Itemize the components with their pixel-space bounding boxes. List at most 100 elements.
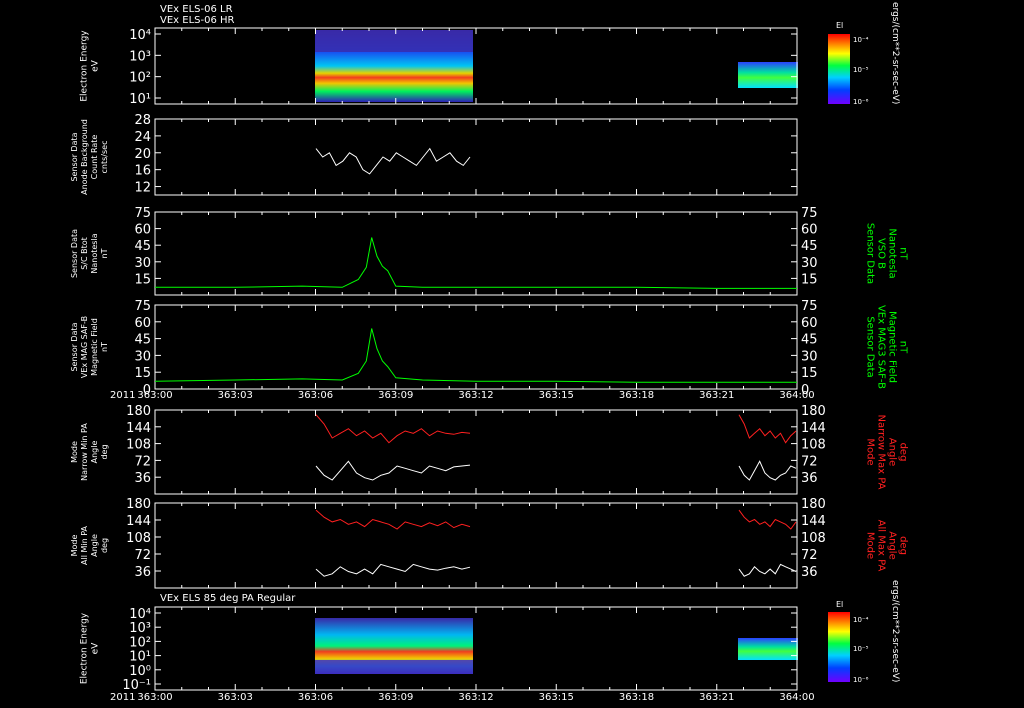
y-tick-label: 60 bbox=[134, 223, 151, 238]
heatmap-block-2 bbox=[738, 62, 798, 88]
colorbar-bottom-tick-mid: 10⁻⁵ bbox=[853, 645, 869, 653]
y-tick-label-right: 60 bbox=[801, 316, 818, 331]
y-axis-label-right: Narrow Max PA bbox=[876, 415, 887, 490]
y-tick-label-right: 180 bbox=[801, 404, 826, 419]
time-tick-label: 363:21 bbox=[699, 692, 734, 703]
time-axis-year: 2011 bbox=[110, 692, 135, 703]
colorbar-top-title: El bbox=[836, 21, 843, 30]
y-tick-label-right: 36 bbox=[801, 565, 818, 580]
colorbar-bottom-title: El bbox=[836, 600, 843, 609]
y-tick-label: 12 bbox=[134, 181, 151, 196]
y-tick-label-right: 15 bbox=[801, 272, 818, 287]
y-tick-label: 36 bbox=[134, 471, 151, 486]
series-line-background-0 bbox=[315, 147, 471, 175]
y-tick-label: 15 bbox=[134, 366, 151, 381]
y-tick-label: 72 bbox=[134, 548, 151, 563]
heatmap-els-85deg bbox=[315, 618, 798, 674]
y-axis-label-right: Mode bbox=[865, 532, 876, 559]
y-axis-label-right: deg bbox=[898, 536, 909, 555]
y-tick-label: 10⁴ bbox=[129, 28, 151, 43]
series-line-narrow-pa-0-b bbox=[738, 414, 797, 444]
y-tick-label: 72 bbox=[134, 454, 151, 469]
header-line1: VEx ELS-06 LR bbox=[160, 4, 233, 15]
y-tick-label-right: 75 bbox=[801, 206, 818, 221]
y-axis-label: eV bbox=[91, 59, 101, 72]
y-axis-label-right: nT bbox=[898, 247, 909, 260]
y-tick-label: 10³ bbox=[129, 621, 151, 636]
y-axis-label: Sensor Data bbox=[70, 229, 79, 278]
y-axis-label: Anode Background bbox=[80, 119, 89, 195]
colorbar-bottom-tick-low: 10⁻⁶ bbox=[853, 676, 869, 684]
y-axis-label: Electron Energy bbox=[80, 30, 90, 102]
y-tick-label: 15 bbox=[134, 272, 151, 287]
time-tick-label: 363:15 bbox=[539, 390, 574, 401]
series-line-narrow-pa-1 bbox=[315, 460, 471, 481]
y-tick-label: 144 bbox=[126, 421, 151, 436]
y-tick-label: 108 bbox=[126, 531, 151, 546]
y-axis-label-right: Angle bbox=[887, 438, 898, 466]
y-axis-label: Magnetic Field bbox=[90, 318, 99, 376]
time-tick-label: 363:03 bbox=[218, 390, 253, 401]
colorbar-top-gradient bbox=[828, 34, 850, 104]
colorbar-bottom-units: ergs/(cm**2-sr-sec-eV) bbox=[890, 580, 900, 682]
y-tick-label-right: 144 bbox=[801, 514, 826, 529]
y-axis-label-right: Sensor Data bbox=[865, 223, 876, 284]
y-axis-label: Mode bbox=[70, 441, 79, 463]
time-tick-label: 363:06 bbox=[298, 390, 333, 401]
heatmap-block-1-upper bbox=[315, 30, 473, 52]
y-axis-label: Mode bbox=[70, 535, 79, 557]
series-line-all-pa-0-b bbox=[738, 509, 797, 530]
time-tick-label: 363:21 bbox=[699, 390, 734, 401]
y-tick-label: 75 bbox=[134, 299, 151, 314]
heatmap-block-4 bbox=[738, 638, 798, 660]
colorbar-top-tick-low: 10⁻⁶ bbox=[853, 98, 869, 106]
y-axis-label: Sensor Data bbox=[70, 132, 79, 181]
y-tick-label-right: 108 bbox=[801, 438, 826, 453]
y-tick-label: 10² bbox=[129, 635, 151, 650]
time-tick-label: 363:00 bbox=[137, 692, 172, 703]
heatmap-els-lr-hr bbox=[315, 30, 798, 102]
y-axis-label: Nanotesla bbox=[90, 233, 99, 273]
y-tick-label-right: 180 bbox=[801, 497, 826, 512]
y-axis-label: Angle bbox=[90, 534, 99, 557]
y-tick-label: 60 bbox=[134, 316, 151, 331]
y-tick-label: 10¹ bbox=[129, 650, 151, 665]
y-axis-label: deg bbox=[100, 444, 109, 459]
panel-frame-els-lr-hr bbox=[154, 27, 798, 105]
y-tick-label-right: 45 bbox=[801, 333, 818, 348]
y-tick-label: 10⁻¹ bbox=[122, 678, 151, 693]
y-axis-label: Electron Energy bbox=[80, 612, 90, 684]
time-tick-label: 363:09 bbox=[378, 390, 413, 401]
y-tick-label-right: 15 bbox=[801, 366, 818, 381]
y-tick-label: 144 bbox=[126, 514, 151, 529]
y-tick-label-right: 108 bbox=[801, 531, 826, 546]
y-tick-label: 30 bbox=[134, 349, 151, 364]
y-axis-label: Count Rate bbox=[90, 135, 99, 180]
y-axis-label-right: nT bbox=[898, 341, 909, 354]
colorbar-bottom-gradient bbox=[828, 612, 850, 682]
y-tick-label: 30 bbox=[134, 256, 151, 271]
y-tick-label-right: 75 bbox=[801, 299, 818, 314]
y-axis-label-right: Angle bbox=[887, 531, 898, 559]
colorbar-bottom-tick-high: 10⁻⁴ bbox=[853, 616, 869, 624]
colorbar-top-tick-mid: 10⁻⁵ bbox=[853, 66, 869, 74]
y-tick-label: 10³ bbox=[129, 49, 151, 64]
panel-frame-all-pa bbox=[154, 502, 798, 589]
y-axis-label-right: VEx MAG3 SAF-B bbox=[876, 305, 887, 389]
y-axis-label: VEx MAG SAF-B bbox=[80, 316, 89, 378]
time-tick-label: 363:12 bbox=[458, 390, 493, 401]
colorbar-top-units: ergs/(cm**2-sr-sec-eV) bbox=[890, 2, 900, 104]
y-axis-label-right: All Max PA bbox=[876, 520, 887, 572]
panel-frame-narrow-pa bbox=[154, 409, 798, 495]
time-tick-label: 363:12 bbox=[458, 692, 493, 703]
y-tick-label: 180 bbox=[126, 497, 151, 512]
y-tick-label-right: 144 bbox=[801, 421, 826, 436]
y-axis-label: nT bbox=[100, 342, 109, 352]
series-line-bmag-0 bbox=[155, 237, 797, 289]
y-axis-label-right: Mode bbox=[865, 438, 876, 465]
y-tick-label-right: 72 bbox=[801, 454, 818, 469]
header-line2: VEx ELS-06 HR bbox=[160, 15, 235, 26]
bottom-panel-title: VEx ELS 85 deg PA Regular bbox=[160, 593, 296, 604]
time-tick-label: 363:00 bbox=[137, 390, 172, 401]
y-tick-label: 36 bbox=[134, 565, 151, 580]
